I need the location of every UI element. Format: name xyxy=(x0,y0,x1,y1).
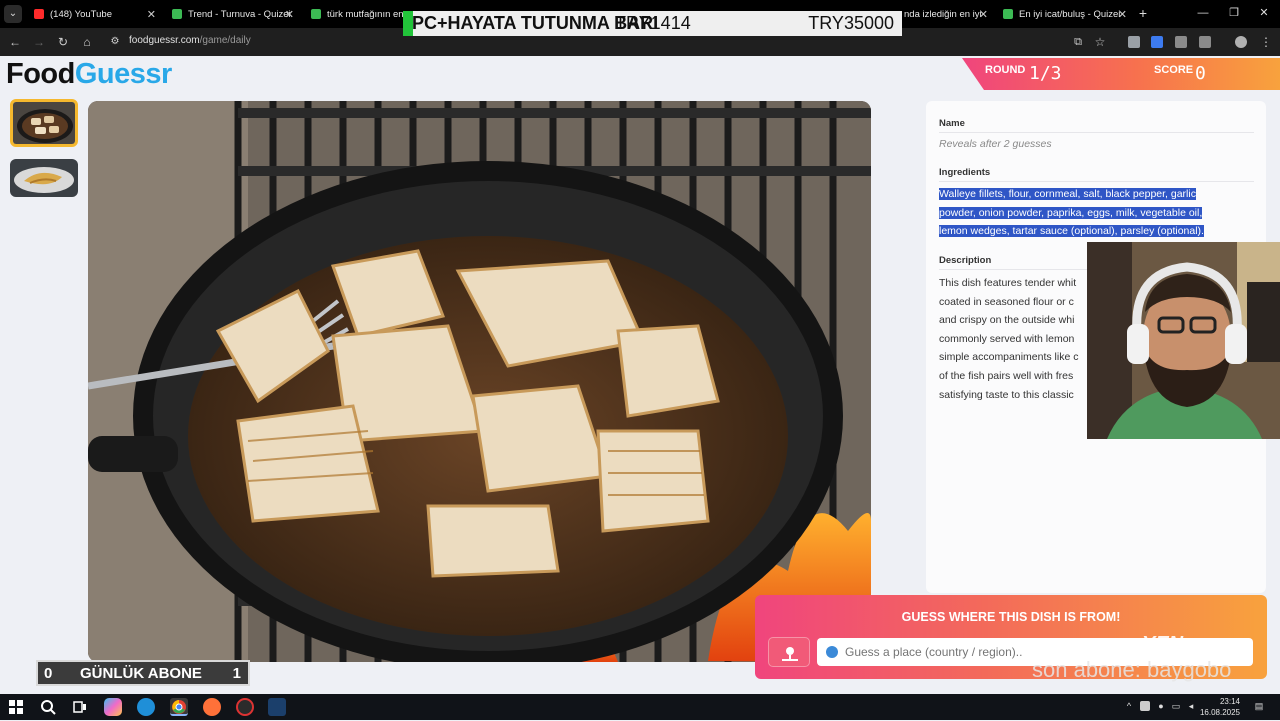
copilot-icon[interactable] xyxy=(104,698,122,716)
system-clock[interactable]: 23:14 16.08.2025 xyxy=(1198,696,1240,718)
subscriber-count-current: 0 xyxy=(44,665,53,682)
close-tab-icon[interactable]: ✕ xyxy=(285,8,294,21)
tab-label: En iyi icat/buluş - Quizei xyxy=(1019,8,1121,20)
goal-current: TRY1414 xyxy=(615,13,691,33)
ingredients-line: Walleye fillets, flour, cornmeal, salt, … xyxy=(939,188,1196,200)
divider xyxy=(939,181,1254,182)
map-pin-icon xyxy=(782,647,798,661)
ingredients-text: Walleye fillets, flour, cornmeal, salt, … xyxy=(939,185,1231,241)
stream-goal-banner: PC+HAYATA TUTUNMA BARI TRY1414 TRY35000 xyxy=(403,11,902,36)
score-value: 0 xyxy=(1195,63,1206,84)
tab-label: Trend - Turnuva - Quizei xyxy=(188,8,291,20)
edge-browser-icon[interactable] xyxy=(137,698,155,716)
forward-icon[interactable]: → xyxy=(32,35,46,49)
stream-brand-watermark: YEN xyxy=(1142,633,1184,655)
url-host: foodguessr.com xyxy=(129,35,200,46)
description-label: Description xyxy=(939,255,992,266)
round-label: ROUND xyxy=(985,64,1026,76)
browser-menu-icon[interactable]: ⋮ xyxy=(1259,35,1273,49)
quizei-favicon-icon xyxy=(172,9,182,19)
task-view-icon[interactable] xyxy=(71,698,89,716)
clock-time: 23:14 xyxy=(1219,697,1240,706)
photo-thumbnail-1[interactable] xyxy=(10,99,78,147)
new-tab-icon[interactable]: + xyxy=(1136,5,1150,21)
close-tab-icon[interactable]: ✕ xyxy=(147,8,156,21)
tab-label: nda izlediğin en iyi xyxy=(904,8,982,20)
score-label: SCORE xyxy=(1154,64,1194,76)
shield-extension-icon[interactable] xyxy=(1128,36,1140,48)
logo-guessr: Guessr xyxy=(74,58,172,90)
microphone-icon[interactable]: ● xyxy=(1156,701,1166,711)
photo-thumbnail-2[interactable] xyxy=(10,159,78,197)
start-windows-icon[interactable] xyxy=(7,698,25,716)
back-icon[interactable]: ← xyxy=(8,35,22,49)
notifications-icon[interactable]: ▤ xyxy=(1252,701,1266,711)
address-bar[interactable]: foodguessr.com/game/daily xyxy=(129,35,251,46)
goal-target: TRY35000 xyxy=(808,13,894,33)
volume-icon[interactable]: ◂ xyxy=(1186,701,1196,711)
webcam-overlay xyxy=(1087,242,1280,439)
obs-studio-icon[interactable] xyxy=(236,698,254,716)
profile-avatar-icon[interactable] xyxy=(1235,36,1247,48)
steam-icon[interactable] xyxy=(268,698,286,716)
name-value: Reveals after 2 guesses xyxy=(939,138,1052,150)
divider xyxy=(939,132,1254,133)
chrome-browser-icon[interactable] xyxy=(170,698,188,716)
close-window-icon[interactable]: ✕ xyxy=(1257,6,1271,20)
youtube-favicon-icon xyxy=(34,9,44,19)
audio-extension-icon[interactable] xyxy=(1151,36,1163,48)
tab-label: (148) YouTube xyxy=(50,8,112,20)
fish-pan-thumbnail-image xyxy=(13,102,75,144)
site-info-icon[interactable]: ⚙ xyxy=(108,35,122,49)
ingredients-line: powder, onion powder, paprika, eggs, mil… xyxy=(939,206,1203,219)
tab-youtube[interactable]: (148) YouTube ✕ xyxy=(28,3,160,25)
subscriber-counter-label: GÜNLÜK ABONE xyxy=(80,665,202,682)
network-icon[interactable]: ▭ xyxy=(1171,701,1181,711)
url-path: /game/daily xyxy=(199,35,251,46)
install-app-icon[interactable]: ⧉ xyxy=(1071,35,1085,49)
ingredients-line: lemon wedges, tartar sauce (optional), p… xyxy=(939,225,1204,237)
name-label: Name xyxy=(939,118,965,129)
tab-turk-mutfagi[interactable]: türk mutfağının en gü xyxy=(305,3,403,25)
tab-search-chevron-icon[interactable]: ⌄ xyxy=(4,5,22,23)
reload-icon[interactable]: ↻ xyxy=(56,35,70,49)
close-tab-icon[interactable]: ✕ xyxy=(979,8,988,21)
fish-frying-image xyxy=(88,101,871,662)
windows-taskbar: ^ ● ▭ ◂ 23:14 16.08.2025 ▤ xyxy=(0,694,1280,720)
tray-app-icon[interactable] xyxy=(1140,701,1150,711)
firefox-icon[interactable] xyxy=(203,698,221,716)
fish-plate-thumbnail-image xyxy=(10,159,78,197)
tab-en-iyi-icat[interactable]: En iyi icat/buluş - Quizei ✕ xyxy=(997,3,1131,25)
tab-label: türk mutfağının en gü xyxy=(327,8,403,20)
quizei-favicon-icon xyxy=(1003,9,1013,19)
ingredients-label: Ingredients xyxy=(939,167,991,178)
clock-date: 16.08.2025 xyxy=(1199,708,1240,717)
subscriber-count-goal: 1 xyxy=(232,665,241,682)
dish-photo xyxy=(88,101,871,662)
foodguessr-logo[interactable]: FoodGuessr xyxy=(6,58,172,91)
tray-overflow-icon[interactable]: ^ xyxy=(1124,701,1134,711)
guess-title: GUESS WHERE THIS DISH IS FROM! xyxy=(901,610,1121,624)
extensions-puzzle-icon[interactable] xyxy=(1199,36,1211,48)
daily-subscriber-counter: 0 GÜNLÜK ABONE 1 xyxy=(36,660,250,686)
bookmark-star-icon[interactable]: ☆ xyxy=(1093,35,1107,49)
quizei-favicon-icon xyxy=(311,9,321,19)
round-score-bar: ROUND 1/3 SCORE 0 xyxy=(962,58,1280,90)
streamer-webcam-image xyxy=(1087,242,1280,439)
home-icon[interactable]: ⌂ xyxy=(80,35,94,49)
close-tab-icon[interactable]: ✕ xyxy=(1118,8,1127,21)
media-extension-icon[interactable] xyxy=(1175,36,1187,48)
tab-trend-turnuva[interactable]: Trend - Turnuva - Quizei ✕ xyxy=(166,3,298,25)
search-icon[interactable] xyxy=(39,698,57,716)
logo-food: Food xyxy=(6,58,75,90)
minimize-icon[interactable]: — xyxy=(1196,6,1210,20)
globe-icon xyxy=(826,646,838,658)
last-subscriber-text: son abone: baygobo xyxy=(1032,657,1232,682)
tab-izledigin[interactable]: nda izlediğin en iyi ✕ xyxy=(898,3,992,25)
round-value: 1/3 xyxy=(1029,63,1062,84)
maximize-icon[interactable]: ❐ xyxy=(1227,6,1241,20)
map-pin-button[interactable] xyxy=(768,637,810,667)
